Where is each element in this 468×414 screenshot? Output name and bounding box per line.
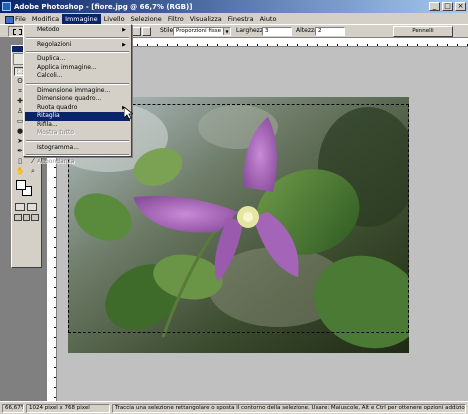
menu-item-label: Ruota quadro (37, 103, 78, 111)
menu-item-abbondanza: Abbondanza (37, 158, 75, 165)
menu-separator (26, 51, 129, 53)
mask-modes (12, 201, 41, 213)
height-input[interactable]: 2 (315, 27, 345, 36)
menu-item-applica-immagine[interactable]: Applica immagine... (25, 64, 130, 73)
standard-screen-icon[interactable] (14, 214, 22, 221)
menu-livello[interactable]: Livello (101, 14, 128, 24)
menu-separator (26, 139, 129, 142)
menu-item-metodo[interactable]: Metodo ▶ (25, 26, 130, 35)
menu-filtro[interactable]: Filtro (165, 14, 187, 24)
menu-item-label: Metodo (37, 26, 60, 33)
close-button[interactable]: × (455, 2, 466, 11)
brushes-palette-tab[interactable]: Pennelli (393, 26, 453, 37)
submenu-arrow-icon: ▶ (122, 41, 126, 48)
width-input[interactable]: 3 (262, 27, 292, 36)
rectangular-marquee-icon (13, 29, 22, 35)
menu-item-istogramma[interactable]: Istogramma... (25, 144, 130, 153)
image-menu-dropdown: Metodo ▶ Regolazioni ▶ Duplica... Applica … (23, 24, 132, 165)
quick-mask-icon[interactable] (27, 203, 37, 211)
status-bar: 66,67% 1024 pixel x 768 pixel Traccia un… (0, 401, 468, 414)
menu-visualizza[interactable]: Visualizza (187, 14, 225, 24)
menu-separator (26, 36, 129, 39)
document-size-info[interactable]: 1024 pixel x 768 pixel (26, 404, 110, 413)
zoom-level-field[interactable]: 66,67% (2, 404, 24, 413)
hand-tool-icon[interactable]: ✋ (14, 167, 26, 176)
title-bar: Adobe Photoshop - [fiore.jpg @ 66,7% (RG… (0, 0, 468, 13)
menu-item-ruota-quadro[interactable]: Ruota quadro▶ (25, 104, 130, 113)
full-screen-icon[interactable] (31, 214, 40, 221)
foreground-color-swatch[interactable] (16, 180, 26, 190)
width-value: 3 (265, 28, 269, 34)
menu-file[interactable]: File (3, 14, 29, 24)
menu-immagine[interactable]: Immagine (62, 13, 101, 24)
menu-aiuto[interactable]: Aiuto (257, 14, 280, 24)
menu-item-calcoli[interactable]: Calcoli... (25, 72, 130, 81)
minimize-button[interactable]: _ (429, 2, 440, 11)
menu-item-duplica[interactable]: Duplica... (25, 55, 130, 64)
style-select-value: Proporzioni fisse (176, 28, 221, 34)
menu-separator (26, 154, 129, 156)
color-swatches (14, 179, 39, 201)
chevron-down-icon: ▼ (223, 28, 230, 35)
menu-item-label: Regolazioni (37, 40, 72, 48)
menu-item-regolazioni[interactable]: Regolazioni ▶ (25, 41, 130, 50)
window-title: Adobe Photoshop - [fiore.jpg @ 66,7% (RG… (14, 2, 193, 11)
maximize-button[interactable]: □ (442, 2, 453, 11)
new-selection-button[interactable] (132, 27, 141, 36)
style-select[interactable]: Proporzioni fisse ▼ (173, 27, 231, 36)
screen-modes (12, 213, 41, 222)
menu-item-rifila[interactable]: Rifila... (25, 121, 130, 130)
submenu-arrow-icon: ▶ (122, 27, 126, 33)
height-value: 2 (318, 28, 322, 34)
add-selection-button[interactable] (142, 27, 151, 36)
menu-modifica[interactable]: Modifica (29, 14, 62, 24)
menu-item-mostra-tutto: Mostra tutto (37, 129, 74, 136)
status-hint-text: Traccia una selezione rettangolare o spo… (112, 404, 466, 413)
menu-item-dimensione-immagine[interactable]: Dimensione immagine... (25, 87, 130, 96)
zoom-tool-icon[interactable]: ⌕ (27, 167, 39, 176)
mouse-pointer-icon (124, 107, 133, 120)
menu-separator (26, 82, 129, 85)
full-screen-menu-icon[interactable] (22, 214, 31, 221)
menu-finestra[interactable]: Finestra (225, 14, 257, 24)
standard-mode-icon[interactable] (15, 203, 25, 211)
menu-bar: File Modifica Immagine Livello Selezione… (0, 13, 468, 24)
menu-item-dimensione-quadro[interactable]: Dimensione quadro... (25, 95, 130, 104)
menu-selezione[interactable]: Selezione (128, 14, 165, 24)
photoshop-app-icon[interactable] (2, 2, 11, 11)
menu-item-ritaglia[interactable]: Ritaglia (25, 112, 130, 121)
